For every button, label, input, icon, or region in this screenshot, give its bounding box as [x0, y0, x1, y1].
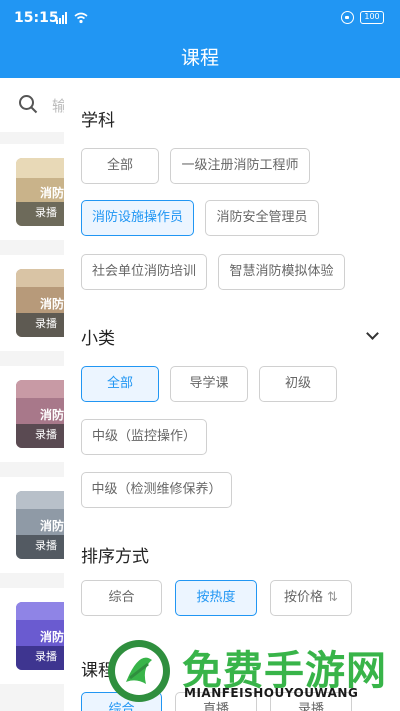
watermark-logo-icon [108, 640, 170, 702]
course-card[interactable]: 消防 录播 [0, 255, 64, 351]
subject-chip-level1-engineer[interactable]: 一级注册消防工程师 [170, 148, 310, 184]
course-title: 消防 [40, 297, 64, 311]
subject-chip-smart-simulation[interactable]: 智慧消防模拟体验 [218, 254, 345, 290]
course-badge: 录播 [35, 206, 57, 219]
subcategory-chip-intro[interactable]: 导学课 [170, 366, 248, 402]
course-card[interactable]: 消防 录播 [0, 477, 64, 573]
subject-section-title: 学科 [81, 111, 115, 131]
signal-icon [56, 12, 68, 24]
wifi-icon [74, 12, 88, 24]
status-icons-right: 100 [341, 11, 384, 24]
page-title: 课程 [0, 38, 400, 78]
course-thumbnail: 消防 录播 [16, 380, 64, 448]
subject-chip-all[interactable]: 全部 [81, 148, 159, 184]
course-card[interactable]: 消防 录播 [0, 588, 64, 684]
course-badge: 录播 [35, 428, 57, 441]
course-thumbnail: 消防 录播 [16, 269, 64, 337]
course-badge: 录播 [35, 317, 57, 330]
sort-chip-price[interactable]: 按价格 ⇅ [270, 580, 352, 616]
sort-arrows-icon: ⇅ [327, 590, 338, 605]
status-time: 15:15 [14, 10, 59, 26]
battery-icon: 100 [360, 11, 384, 24]
filter-panel: 学科 全部 一级注册消防工程师 消防设施操作员 消防安全管理员 社会单位消防培训… [64, 78, 400, 711]
subcategory-chip-intermediate-maintenance[interactable]: 中级（检测维修保养） [81, 472, 232, 508]
course-title: 消防 [40, 186, 64, 200]
sort-chip-popularity[interactable]: 按热度 [175, 580, 257, 616]
course-thumbnail: 消防 录播 [16, 602, 64, 670]
search-icon [19, 95, 38, 114]
subcategory-section-title: 小类 [81, 329, 115, 349]
background-course-list: 输 消防 录播 消防 录播 消防 录播 消防 录播 消防 录播 [0, 78, 67, 711]
sort-price-label: 按价格 [284, 590, 324, 605]
course-card[interactable]: 消防 录播 [0, 366, 64, 462]
subject-chip-safety-manager[interactable]: 消防安全管理员 [205, 200, 319, 236]
subject-chip-unit-training[interactable]: 社会单位消防培训 [81, 254, 207, 290]
watermark-subtext: MIANFEISHOUYOUWANG [184, 686, 359, 700]
status-icons-left [56, 12, 88, 24]
course-thumbnail: 消防 录播 [16, 158, 64, 226]
subject-chip-facility-operator[interactable]: 消防设施操作员 [81, 200, 194, 236]
sort-section-title: 排序方式 [81, 547, 149, 567]
subcategory-chip-beginner[interactable]: 初级 [259, 366, 337, 402]
course-badge: 录播 [35, 539, 57, 552]
rotation-lock-icon [341, 11, 354, 24]
subcategory-chip-intermediate-monitor[interactable]: 中级（监控操作） [81, 419, 207, 455]
course-card[interactable]: 消防 录播 [0, 144, 64, 240]
course-badge: 录播 [35, 650, 57, 663]
course-title: 消防 [40, 519, 64, 533]
search-bar[interactable]: 输 [0, 78, 67, 132]
course-title: 消防 [40, 408, 64, 422]
sort-chip-overall[interactable]: 综合 [81, 580, 162, 616]
course-title: 消防 [40, 630, 64, 644]
status-bar: 15:15 100 [0, 0, 400, 38]
chevron-down-icon[interactable] [366, 327, 379, 340]
subcategory-chip-all[interactable]: 全部 [81, 366, 159, 402]
course-thumbnail: 消防 录播 [16, 491, 64, 559]
